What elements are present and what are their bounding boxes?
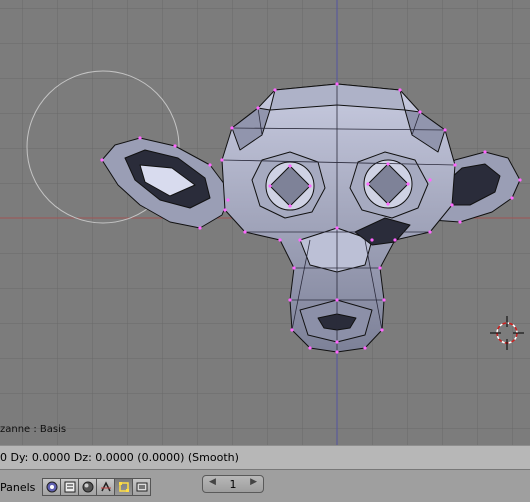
script-button[interactable] xyxy=(60,478,79,496)
panels-label: Panels xyxy=(0,481,36,494)
buttons-window-header: Panels xyxy=(0,469,530,502)
object-name-label: zanne : Basis xyxy=(0,424,67,435)
transform-status-bar: 0 Dy: 0.0000 Dz: 0.0000 (0.0000) (Smooth… xyxy=(0,445,530,469)
scene-button[interactable] xyxy=(132,478,151,496)
viewport-canvas[interactable] xyxy=(0,0,530,445)
3d-viewport[interactable]: zanne : Basis xyxy=(0,0,530,445)
object-button[interactable] xyxy=(96,478,115,496)
editing-icon xyxy=(118,482,129,492)
script-icon xyxy=(64,481,75,493)
transform-readout: 0 Dy: 0.0000 Dz: 0.0000 (0.0000) (Smooth… xyxy=(0,451,239,464)
stepper-next-icon[interactable]: ▶ xyxy=(250,477,257,487)
logic-button[interactable] xyxy=(42,478,61,496)
panel-page-stepper[interactable]: ◀ 1 ▶ xyxy=(202,475,264,493)
object-icon xyxy=(100,481,111,492)
panel-buttons-group xyxy=(42,478,151,496)
logic-icon xyxy=(46,481,57,493)
editing-button[interactable] xyxy=(114,478,133,496)
scene-icon xyxy=(136,482,147,492)
shading-button[interactable] xyxy=(78,478,97,496)
shading-icon xyxy=(82,481,93,493)
